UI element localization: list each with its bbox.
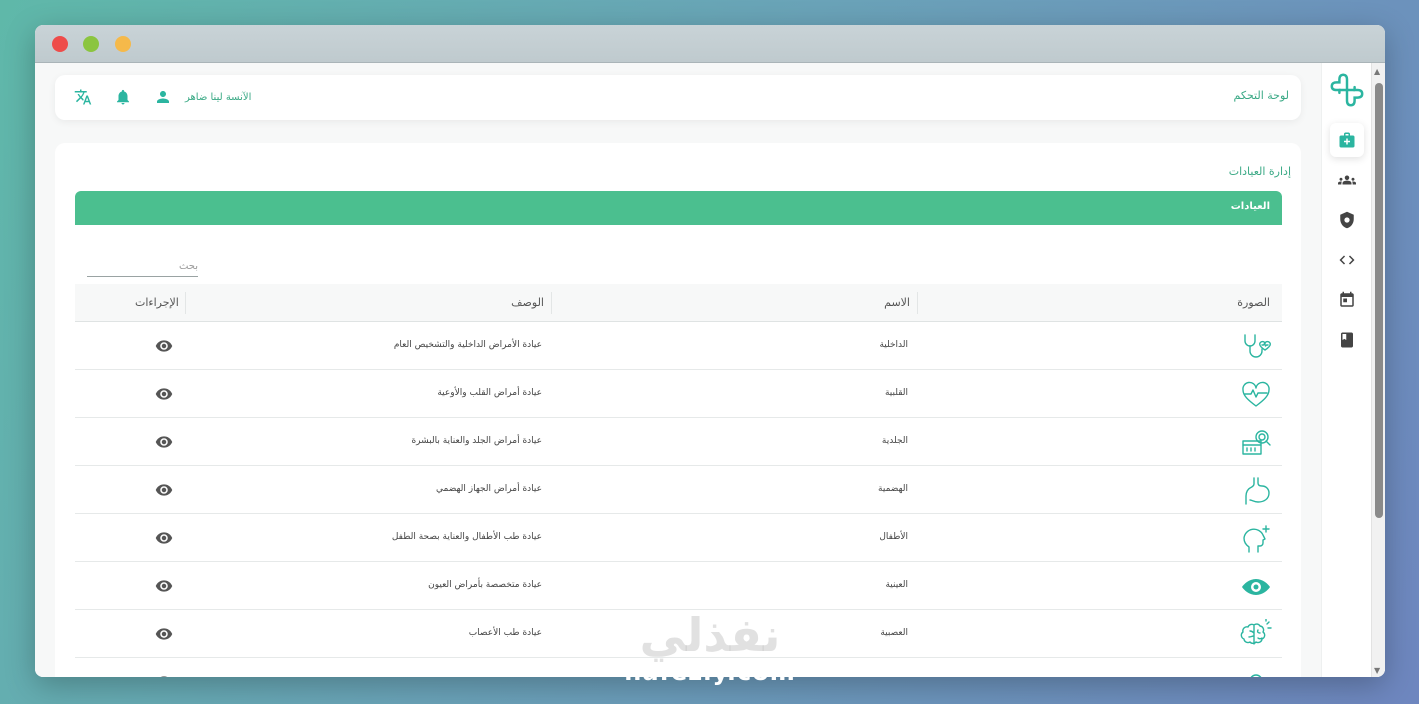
clinic-description: عيادة متخصصة بأمراض العيون [428, 580, 542, 590]
clinic-description: عيادة أمراض القلب والأوعية [437, 388, 542, 398]
view-icon[interactable] [155, 625, 173, 643]
clinic-description: عيادة أمراض الجلد والعناية بالبشرة [411, 436, 542, 446]
table-row[interactable]: الهضمية عيادة أمراض الجهاز الهضمي [75, 466, 1282, 514]
section-header: العيادات [75, 191, 1282, 225]
section-title: العيادات [1230, 201, 1270, 212]
skin-magnifier-icon [1240, 427, 1272, 459]
scroll-thumb[interactable] [1375, 83, 1383, 518]
view-icon[interactable] [155, 673, 173, 677]
page-title: لوحة التحكم [1233, 89, 1289, 102]
group-icon[interactable] [1330, 163, 1364, 197]
column-divider [917, 292, 918, 314]
content-card: إدارة العيادات العيادات الصورة الاسم الو… [55, 143, 1301, 677]
clinic-description: عيادة طب الأعصاب [468, 628, 542, 638]
watermark: نفذلي nafezly.com [600, 610, 820, 686]
column-header-name[interactable]: الاسم [884, 296, 910, 309]
view-icon[interactable] [155, 433, 173, 451]
close-window-button[interactable] [52, 36, 68, 52]
user-icon[interactable] [153, 87, 173, 107]
browser-window: الآنسة لينا ضاهر لوحة التحكم إدارة العيا… [35, 25, 1385, 677]
watermark-arabic: نفذلي [639, 608, 781, 662]
stomach-icon [1240, 475, 1272, 507]
clinic-name: الجلدية [881, 436, 908, 446]
window-titlebar [35, 25, 1385, 63]
heart-pulse-icon [1240, 379, 1272, 411]
view-icon[interactable] [155, 577, 173, 595]
search-input[interactable] [87, 257, 198, 277]
table-row[interactable]: القلبية عيادة أمراض القلب والأوعية [75, 370, 1282, 418]
eye-icon [1240, 571, 1272, 603]
brain-icon [1240, 618, 1272, 651]
username-label[interactable]: الآنسة لينا ضاهر [185, 92, 251, 103]
maximize-window-button[interactable] [115, 36, 131, 52]
clinic-name: العصبية [880, 628, 908, 638]
top-header: الآنسة لينا ضاهر لوحة التحكم [55, 75, 1301, 120]
medical-kit-icon[interactable] [1330, 123, 1364, 157]
calendar-icon[interactable] [1330, 283, 1364, 317]
view-icon[interactable] [155, 385, 173, 403]
clinic-name: الداخلية [879, 340, 908, 350]
bell-icon[interactable] [113, 87, 133, 107]
clinic-description: عيادة طب الأطفال والعناية بصحة الطفل [391, 532, 542, 542]
child-head-icon [1240, 523, 1272, 555]
app-logo-icon[interactable] [1328, 71, 1366, 109]
clinic-name: الهضمية [878, 484, 908, 494]
column-header-actions[interactable]: الإجراءات [135, 296, 179, 309]
column-divider [551, 292, 552, 314]
clinic-description: عيادة أمراض الجهاز الهضمي [436, 484, 542, 494]
clinic-name: القلبية [884, 388, 908, 398]
shield-icon[interactable] [1330, 203, 1364, 237]
vertical-scrollbar[interactable]: ▲ ▼ [1371, 63, 1385, 677]
ear-icon [1240, 667, 1272, 677]
scroll-down-arrow-icon[interactable]: ▼ [1374, 666, 1380, 675]
column-divider [185, 292, 186, 314]
table-row[interactable]: العينية عيادة متخصصة بأمراض العيون [75, 562, 1282, 610]
watermark-latin: nafezly.com [624, 658, 796, 686]
clinic-description: عيادة الأمراض الداخلية والتشخيص العام [393, 340, 542, 350]
scroll-up-arrow-icon[interactable]: ▲ [1374, 67, 1380, 76]
sidebar [1321, 63, 1371, 677]
minimize-window-button[interactable] [83, 36, 99, 52]
view-icon[interactable] [155, 529, 173, 547]
column-header-description[interactable]: الوصف [511, 296, 544, 309]
table-row[interactable]: الجلدية عيادة أمراض الجلد والعناية بالبش… [75, 418, 1282, 466]
clinic-name: العينية [885, 580, 908, 590]
table-header: الصورة الاسم الوصف الإجراءات [75, 284, 1282, 322]
book-icon[interactable] [1330, 323, 1364, 357]
view-icon[interactable] [155, 481, 173, 499]
column-header-image[interactable]: الصورة [1237, 296, 1270, 309]
code-icon[interactable] [1330, 243, 1364, 277]
translate-icon[interactable] [73, 87, 93, 107]
table-row[interactable]: الداخلية عيادة الأمراض الداخلية والتشخيص… [75, 322, 1282, 370]
table-row[interactable]: الأطفال عيادة طب الأطفال والعناية بصحة ا… [75, 514, 1282, 562]
stethoscope-heart-icon [1240, 331, 1272, 363]
clinic-name: الأطفال [879, 532, 908, 542]
breadcrumb[interactable]: إدارة العيادات [1229, 165, 1291, 178]
view-icon[interactable] [155, 337, 173, 355]
app-area: الآنسة لينا ضاهر لوحة التحكم إدارة العيا… [35, 63, 1385, 677]
